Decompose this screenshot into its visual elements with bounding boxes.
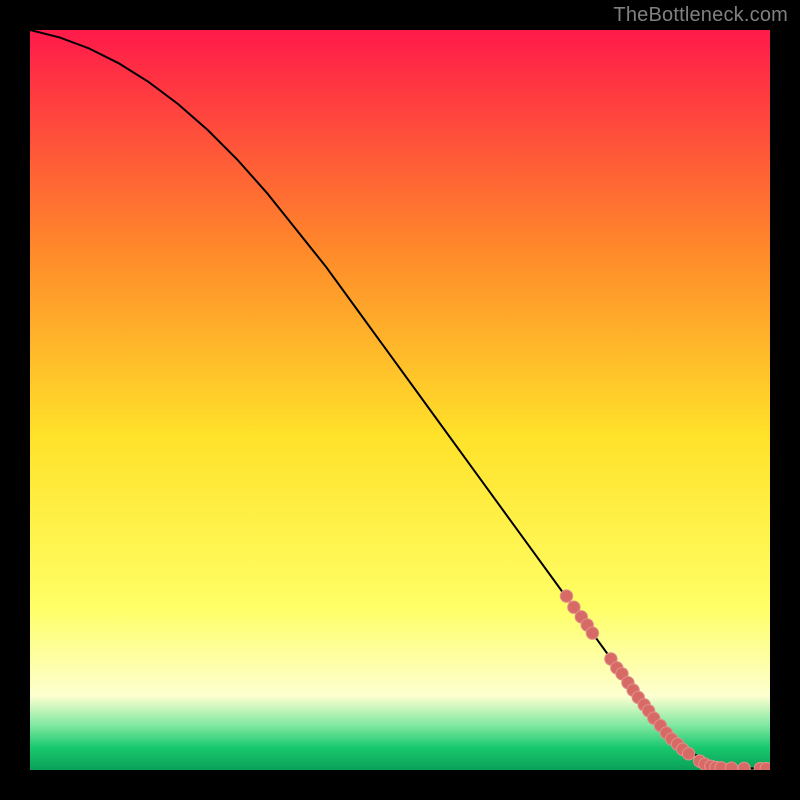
dot (725, 762, 737, 770)
dot (586, 627, 598, 639)
watermark-text: TheBottleneck.com (613, 4, 788, 27)
chart-plot (30, 30, 770, 770)
dot (560, 590, 572, 602)
dot (682, 748, 694, 760)
gradient-bg (30, 30, 770, 770)
dot (738, 762, 750, 770)
chart-frame (30, 30, 770, 770)
